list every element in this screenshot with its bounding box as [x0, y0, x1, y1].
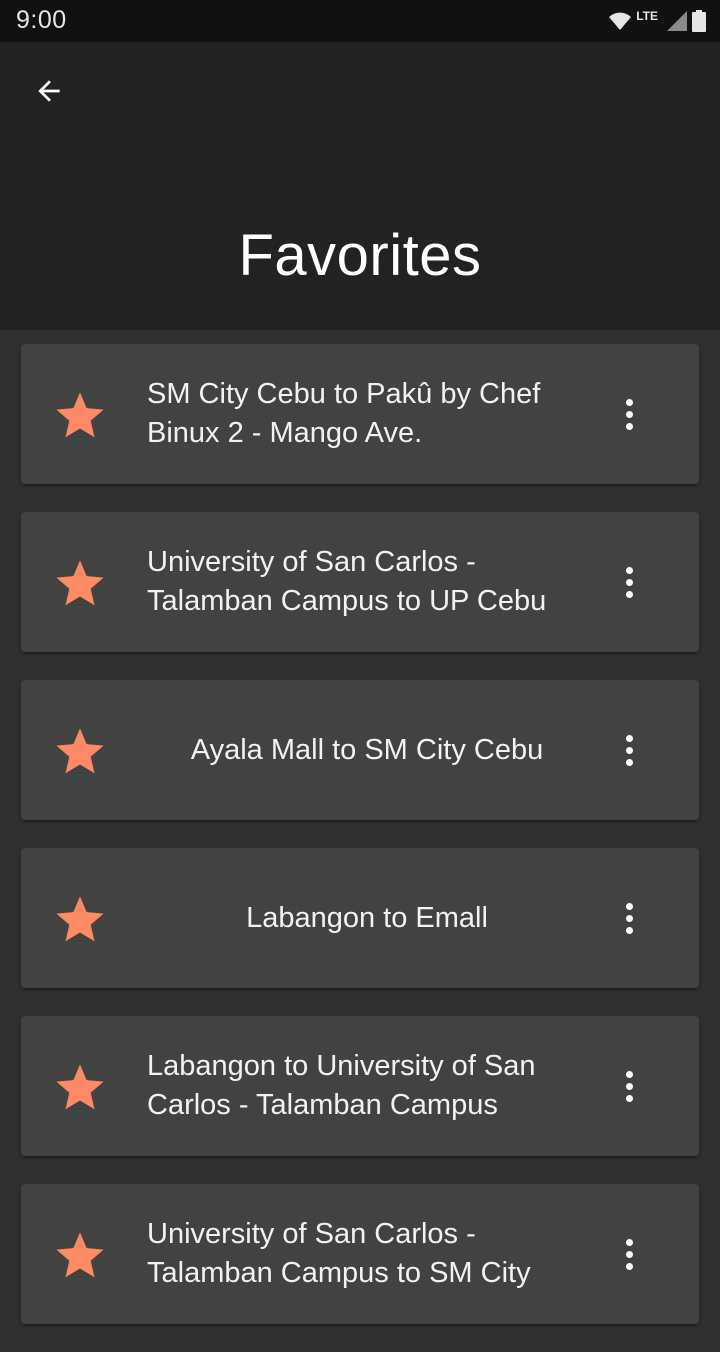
wifi-icon	[609, 12, 632, 30]
more-options-button[interactable]	[611, 1228, 647, 1280]
status-icons: LTE	[608, 8, 706, 34]
more-vert-icon	[625, 398, 633, 406]
favorite-card[interactable]: Ayala Mall to SM City Cebu	[21, 680, 699, 820]
favorite-route-label: Labangon to Emall	[246, 901, 488, 934]
app-bar: Favorites	[0, 42, 720, 330]
favorite-card[interactable]: Labangon to University of San Carlos - T…	[21, 1016, 699, 1156]
favorite-card[interactable]: SM City Cebu to Pakû by Chef Binux 2 - M…	[21, 344, 699, 484]
more-options-button[interactable]	[611, 1060, 647, 1112]
star-icon[interactable]	[52, 1228, 108, 1282]
cell-signal-icon	[667, 11, 687, 31]
more-vert-icon	[625, 566, 633, 574]
star-icon[interactable]	[52, 556, 108, 610]
favorite-route-label: University of San Carlos - Talamban Camp…	[147, 546, 547, 617]
favorite-route-label: SM City Cebu to Pakû by Chef Binux 2 - M…	[147, 378, 541, 449]
status-bar: 9:00 LTE	[0, 0, 720, 42]
star-icon[interactable]	[52, 1060, 108, 1114]
status-time: 9:00	[16, 6, 67, 34]
favorite-card[interactable]: Labangon to Emall	[21, 848, 699, 988]
favorite-route-label: Labangon to University of San Carlos - T…	[147, 1050, 536, 1121]
back-button[interactable]	[24, 66, 74, 116]
lte-label: LTE	[636, 9, 658, 23]
favorite-route-label: University of San Carlos - Talamban Camp…	[147, 1218, 531, 1289]
more-vert-icon	[625, 902, 633, 910]
favorites-list: SM City Cebu to Pakû by Chef Binux 2 - M…	[21, 344, 699, 1352]
page-title: Favorites	[238, 223, 482, 288]
more-options-button[interactable]	[611, 892, 647, 944]
more-vert-icon	[625, 1238, 633, 1246]
star-icon[interactable]	[52, 724, 108, 778]
star-icon[interactable]	[52, 388, 108, 442]
more-options-button[interactable]	[611, 556, 647, 608]
star-icon[interactable]	[52, 892, 108, 946]
battery-icon	[692, 10, 706, 32]
more-options-button[interactable]	[611, 388, 647, 440]
arrow-back-icon	[38, 80, 60, 102]
favorite-card[interactable]: University of San Carlos - Talamban Camp…	[21, 1184, 699, 1324]
favorite-route-label: Ayala Mall to SM City Cebu	[190, 733, 544, 766]
more-vert-icon	[625, 1070, 633, 1078]
more-vert-icon	[625, 734, 633, 742]
favorite-card[interactable]: University of San Carlos - Talamban Camp…	[21, 512, 699, 652]
more-options-button[interactable]	[611, 724, 647, 776]
